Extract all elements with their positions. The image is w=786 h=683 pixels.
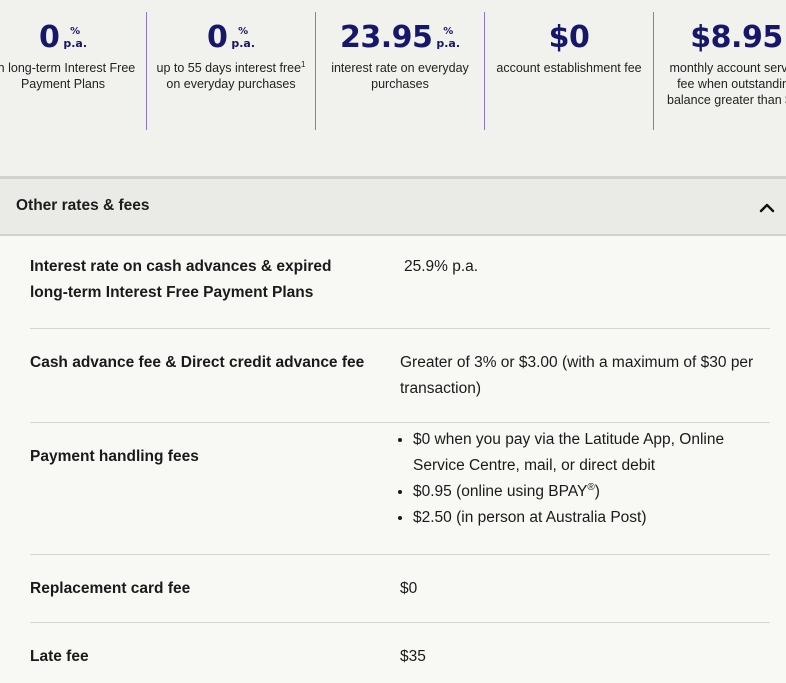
stat-desc-text: up to 55 days interest free bbox=[156, 61, 302, 75]
fee-value: Greater of 3% or $3.00 (with a maximum o… bbox=[400, 354, 754, 397]
payment-handling-list: $0 when you pay via the Latitude App, On… bbox=[400, 427, 768, 531]
list-item: $2.50 (in person at Australia Post) bbox=[413, 505, 768, 531]
rates-summary-strip: 0 % p.a. on long-term Interest Free Paym… bbox=[0, 0, 786, 176]
stat-description: interest rate on everyday purchases bbox=[331, 61, 469, 91]
accordion-title: Other rates & fees bbox=[16, 197, 150, 214]
list-item: $0 when you pay via the Latitude App, On… bbox=[413, 427, 768, 479]
list-item: $0.95 (online using BPAY®) bbox=[413, 479, 768, 505]
stat-unit-pa: p.a. bbox=[436, 37, 461, 50]
stat-value: $8.95 bbox=[690, 20, 783, 55]
stat-interest-free-plans: 0 % p.a. on long-term Interest Free Paym… bbox=[0, 12, 146, 130]
fee-value: $0 when you pay via the Latitude App, On… bbox=[400, 427, 768, 531]
list-item-text: $0.95 (online using BPAY bbox=[413, 483, 588, 500]
fee-label: Replacement card fee bbox=[30, 580, 191, 597]
fee-value: $35 bbox=[400, 648, 426, 665]
stat-desc-text-after: on everyday purchases bbox=[166, 77, 296, 91]
stat-value: $0 bbox=[548, 20, 590, 55]
stat-description: account establishment fee bbox=[496, 61, 642, 75]
stat-unit: % p.a. bbox=[63, 26, 87, 50]
fee-row-payment-handling: Payment handling fees $0 when you pay vi… bbox=[30, 423, 770, 555]
fee-label: Late fee bbox=[30, 648, 89, 665]
stat-unit: % p.a. bbox=[436, 26, 460, 50]
registered-mark: ® bbox=[587, 481, 595, 493]
stat-establishment-fee: $0 account establishment fee bbox=[484, 12, 653, 130]
fee-label: Payment handling fees bbox=[30, 448, 199, 465]
stat-unit-pa: p.a. bbox=[63, 37, 88, 50]
fee-row-replacement-card: Replacement card fee $0 bbox=[30, 555, 770, 623]
stat-unit: % p.a. bbox=[231, 26, 255, 50]
fee-row-late-fee: Late fee $35 bbox=[30, 623, 770, 683]
fee-value: 25.9% p.a. bbox=[404, 258, 479, 275]
fee-value: $0 bbox=[400, 580, 418, 597]
chevron-up-icon[interactable] bbox=[758, 199, 776, 215]
stat-value: 23.95 bbox=[339, 20, 433, 55]
other-rates-accordion-header[interactable]: Other rates & fees bbox=[0, 176, 786, 236]
stat-purchase-rate: 23.95 % p.a. interest rate on everyday p… bbox=[315, 12, 484, 130]
list-item-text-close: ) bbox=[594, 483, 600, 500]
stat-service-fee: $8.95 monthly account service fee when o… bbox=[653, 12, 786, 130]
stat-interest-free-days: 0 % p.a. up to 55 days interest free1 on… bbox=[146, 12, 315, 130]
footnote-marker[interactable]: 1 bbox=[301, 60, 305, 69]
stat-description: monthly account service fee when outstan… bbox=[667, 61, 786, 107]
fee-row-cash-advance-fee: Cash advance fee & Direct credit advance… bbox=[30, 329, 770, 423]
fee-label: Interest rate on cash advances & expired… bbox=[30, 258, 332, 301]
fee-row-cash-advance-rate: Interest rate on cash advances & expired… bbox=[30, 236, 770, 329]
stat-value: 0 bbox=[206, 20, 228, 55]
fee-label: Cash advance fee & Direct credit advance… bbox=[30, 354, 365, 371]
stat-description: up to 55 days interest free1 on everyday… bbox=[147, 60, 315, 92]
stat-unit-pa: p.a. bbox=[231, 37, 256, 50]
stat-description: on long-term Interest Free Payment Plans bbox=[0, 61, 136, 91]
stat-value: 0 bbox=[38, 20, 60, 55]
fees-table: Interest rate on cash advances & expired… bbox=[30, 236, 770, 683]
